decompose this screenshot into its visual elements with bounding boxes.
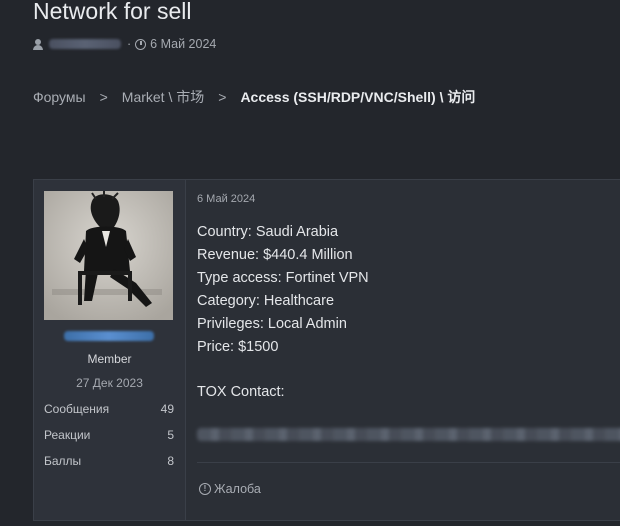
breadcrumb-separator: >: [99, 89, 108, 105]
post-line: Country: Saudi Arabia: [197, 224, 339, 240]
post-line: Price: $1500: [197, 339, 279, 355]
breadcrumb-access[interactable]: Access (SSH/RDP/VNC/Shell) \ 访问: [240, 87, 475, 107]
meta-separator: ·: [127, 37, 132, 51]
post-user-info: Member 27 Дек 2023 Сообщения 49 Реакции …: [34, 180, 186, 520]
user-joined-date: 27 Дек 2023: [76, 376, 143, 390]
thread-meta: · 6 Май 2024: [33, 37, 216, 51]
user-icon: [33, 38, 43, 50]
thread-title: Network for sell: [33, 0, 192, 24]
clock-icon: [135, 38, 147, 50]
stat-row-messages: Сообщения 49: [44, 402, 174, 416]
post-divider: [197, 462, 620, 463]
stat-row-reactions: Реакции 5: [44, 428, 174, 442]
stat-label: Сообщения: [44, 402, 110, 416]
breadcrumb: Форумы > Market \ 市场 > Access (SSH/RDP/V…: [33, 87, 475, 107]
post-content: 6 Май 2024 Country: Saudi Arabia Revenue…: [197, 180, 620, 520]
breadcrumb-forums[interactable]: Форумы: [33, 89, 86, 105]
user-role: Member: [87, 352, 132, 366]
post-body: Country: Saudi Arabia Revenue: $440.4 Mi…: [197, 221, 369, 404]
post-line: Category: Healthcare: [197, 293, 335, 309]
post-line: Revenue: $440.4 Million: [197, 247, 353, 263]
stat-value: 5: [167, 428, 174, 442]
tox-contact-label: TOX Contact:: [197, 384, 285, 400]
stat-value: 49: [160, 402, 174, 416]
post-container: Member 27 Дек 2023 Сообщения 49 Реакции …: [33, 179, 620, 521]
breadcrumb-separator: >: [218, 89, 227, 105]
stat-value: 8: [167, 454, 174, 468]
stat-row-points: Баллы 8: [44, 454, 174, 468]
report-button[interactable]: ! Жалоба: [199, 482, 261, 496]
stat-label: Реакции: [44, 428, 91, 442]
report-label: Жалоба: [214, 482, 261, 496]
avatar[interactable]: [44, 191, 173, 320]
tox-id-redacted: [197, 428, 620, 441]
post-line: Type access: Fortinet VPN: [197, 270, 369, 286]
breadcrumb-market[interactable]: Market \ 市场: [122, 87, 204, 107]
thread-date[interactable]: 6 Май 2024: [150, 37, 216, 51]
post-line: Privileges: Local Admin: [197, 316, 347, 332]
stat-label: Баллы: [44, 454, 82, 468]
post-date[interactable]: 6 Май 2024: [197, 193, 255, 205]
author-name-redacted[interactable]: [49, 39, 121, 49]
username-redacted[interactable]: [64, 331, 154, 341]
report-icon: !: [199, 483, 211, 495]
